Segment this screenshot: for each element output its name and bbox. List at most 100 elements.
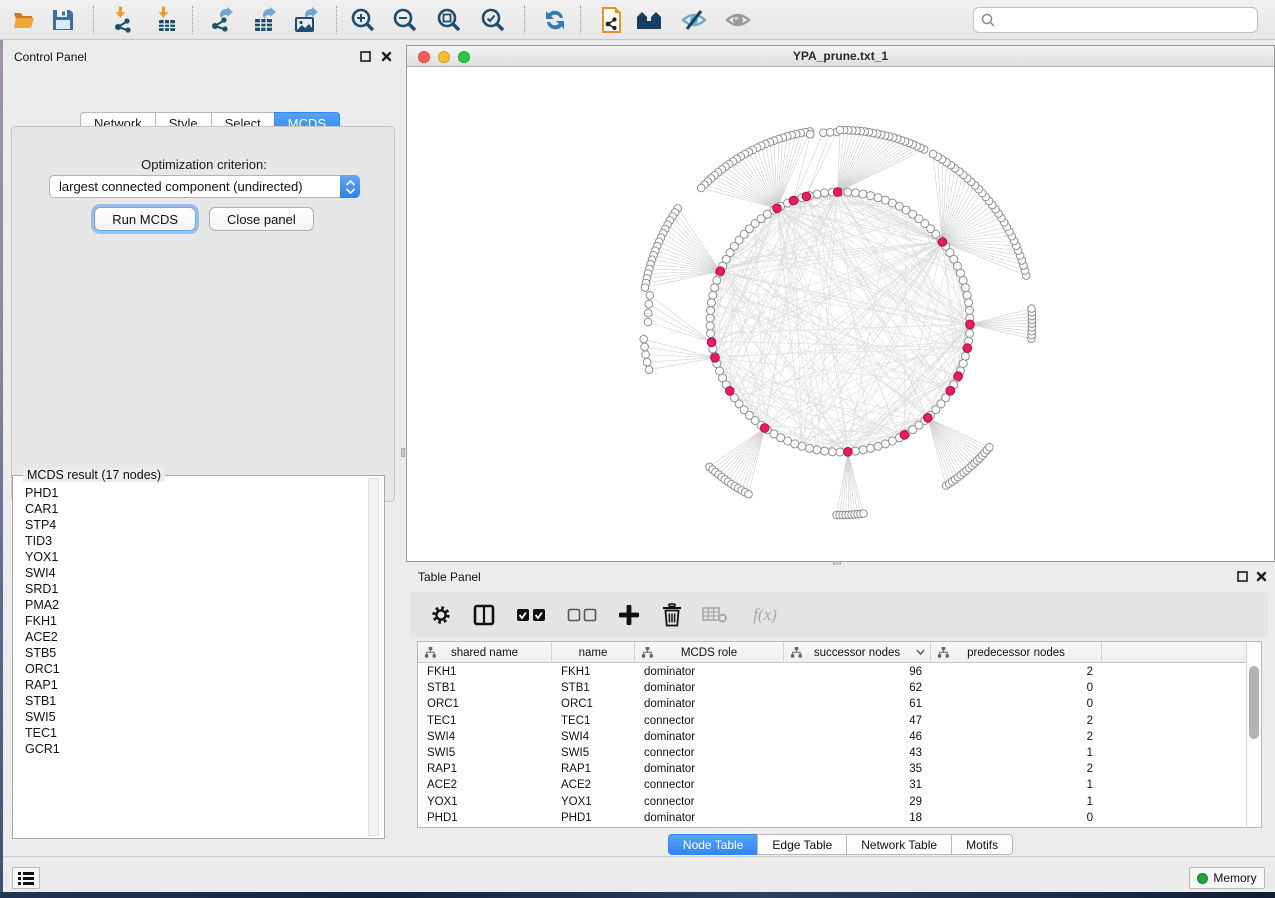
table-cell: 2 bbox=[931, 731, 1102, 743]
table-cell: FKH1 bbox=[552, 666, 635, 678]
search-box bbox=[973, 7, 1258, 33]
show-graphics-details-icon[interactable] bbox=[722, 4, 754, 36]
table-cell: STB1 bbox=[552, 682, 635, 694]
table-row[interactable]: TEC1TEC1connector472 bbox=[418, 713, 1247, 729]
column-header-successor-nodes[interactable]: successor nodes bbox=[784, 642, 931, 663]
import-table-icon[interactable] bbox=[150, 4, 182, 36]
add-column-icon[interactable] bbox=[616, 602, 642, 628]
table-cell: SWI5 bbox=[552, 747, 635, 759]
mcds-result-item[interactable]: GCR1 bbox=[25, 741, 355, 757]
table-cell: FKH1 bbox=[418, 666, 552, 678]
function-builder-icon[interactable]: f(x) bbox=[745, 602, 785, 628]
select-all-checkboxes-icon[interactable] bbox=[514, 602, 548, 628]
mcds-result-item[interactable]: SWI4 bbox=[25, 565, 355, 581]
divider-grip[interactable] bbox=[401, 448, 405, 457]
optimization-criterion-dropdown[interactable]: largest connected component (undirected) bbox=[49, 175, 360, 198]
table-cell: TEC1 bbox=[418, 715, 552, 727]
float-panel-icon[interactable] bbox=[358, 49, 372, 63]
mcds-result-item[interactable]: STB5 bbox=[25, 645, 355, 661]
float-table-panel-icon[interactable] bbox=[1235, 569, 1249, 583]
export-network-icon[interactable] bbox=[206, 4, 238, 36]
import-network-icon[interactable] bbox=[108, 4, 140, 36]
mcds-result-item[interactable]: PHD1 bbox=[25, 485, 355, 501]
mcds-result-item[interactable]: STP4 bbox=[25, 517, 355, 533]
table-cell: STB1 bbox=[418, 682, 552, 694]
delete-column-icon[interactable] bbox=[659, 602, 685, 628]
search-icon bbox=[980, 12, 996, 28]
save-session-icon[interactable] bbox=[47, 4, 79, 36]
column-header-MCDS-role[interactable]: MCDS role bbox=[635, 642, 784, 663]
hide-graphics-details-icon[interactable] bbox=[678, 4, 710, 36]
mcds-result-item[interactable]: TID3 bbox=[25, 533, 355, 549]
mcds-result-item[interactable]: FKH1 bbox=[25, 613, 355, 629]
zoom-in-icon[interactable] bbox=[347, 4, 379, 36]
table-cell: SWI4 bbox=[418, 731, 552, 743]
mcds-result-item[interactable]: TEC1 bbox=[25, 725, 355, 741]
open-folder-icon[interactable] bbox=[9, 4, 41, 36]
refresh-layout-icon[interactable] bbox=[539, 4, 571, 36]
table-row[interactable]: FKH1FKH1dominator962 bbox=[418, 664, 1247, 680]
run-mcds-button[interactable]: Run MCDS bbox=[94, 207, 196, 231]
mcds-result-item[interactable]: SRD1 bbox=[25, 581, 355, 597]
table-scrollbar[interactable] bbox=[1246, 642, 1261, 827]
column-header-name[interactable]: name bbox=[552, 642, 635, 663]
mcds-list-scrollbar[interactable] bbox=[368, 478, 379, 836]
table-toolbar: f(x) bbox=[410, 592, 1268, 638]
table-row[interactable]: STB1STB1dominator620 bbox=[418, 680, 1247, 696]
mcds-result-item[interactable]: CAR1 bbox=[25, 501, 355, 517]
table-cell: 0 bbox=[931, 682, 1102, 694]
settings-gear-icon[interactable] bbox=[428, 602, 454, 628]
deselect-all-checkboxes-icon[interactable] bbox=[565, 602, 599, 628]
table-row[interactable]: ORC1ORC1dominator610 bbox=[418, 696, 1247, 712]
network-graph[interactable] bbox=[407, 68, 1274, 561]
zoom-out-icon[interactable] bbox=[389, 4, 421, 36]
memory-button[interactable]: Memory bbox=[1189, 867, 1265, 889]
mcds-result-item[interactable]: YOX1 bbox=[25, 549, 355, 565]
table-scrollbar-thumb[interactable] bbox=[1249, 666, 1259, 739]
task-history-button[interactable] bbox=[12, 867, 40, 889]
table-row[interactable]: ACE2ACE2connector311 bbox=[418, 777, 1247, 793]
table-cell: 61 bbox=[784, 698, 931, 710]
mcds-result-item[interactable]: ACE2 bbox=[25, 629, 355, 645]
export-image-icon[interactable] bbox=[290, 4, 322, 36]
new-network-from-selection-icon[interactable] bbox=[596, 4, 628, 36]
column-header-predecessor-nodes[interactable]: predecessor nodes bbox=[931, 642, 1102, 663]
table-cell: 1 bbox=[931, 779, 1102, 791]
column-header-shared-name[interactable]: shared name bbox=[418, 642, 552, 663]
tab-node-table[interactable]: Node Table bbox=[668, 834, 758, 855]
table-tabs: Node TableEdge TableNetwork TableMotifs bbox=[406, 834, 1275, 855]
table-row[interactable]: RAP1RAP1dominator352 bbox=[418, 761, 1247, 777]
mcds-result-item[interactable]: PMA2 bbox=[25, 597, 355, 613]
mcds-result-item[interactable]: ORC1 bbox=[25, 661, 355, 677]
delete-table-icon[interactable] bbox=[702, 602, 728, 628]
close-panel-button[interactable]: Close panel bbox=[209, 207, 314, 231]
zoom-selected-icon[interactable] bbox=[477, 4, 509, 36]
tab-network-table[interactable]: Network Table bbox=[846, 834, 951, 855]
table-cell: 29 bbox=[784, 796, 931, 808]
dropdown-value: largest connected component (undirected) bbox=[50, 179, 340, 194]
network-overview-icon[interactable] bbox=[634, 4, 666, 36]
mcds-result-item[interactable]: STB1 bbox=[25, 693, 355, 709]
toolbar-separator bbox=[192, 6, 193, 34]
table-cell: 2 bbox=[931, 715, 1102, 727]
zoom-fit-icon[interactable] bbox=[433, 4, 465, 36]
desktop-background bbox=[0, 40, 3, 892]
network-canvas[interactable] bbox=[407, 68, 1274, 561]
close-table-panel-icon[interactable] bbox=[1254, 569, 1268, 583]
table-row[interactable]: SWI5SWI5connector431 bbox=[418, 745, 1247, 761]
tab-motifs[interactable]: Motifs bbox=[951, 834, 1013, 855]
mcds-result-item[interactable]: RAP1 bbox=[25, 677, 355, 693]
table-row[interactable]: YOX1YOX1connector291 bbox=[418, 794, 1247, 810]
export-table-icon[interactable] bbox=[248, 4, 280, 36]
column-visibility-icon[interactable] bbox=[471, 602, 497, 628]
network-view-window: YPA_prune.txt_1 bbox=[406, 45, 1275, 562]
table-row[interactable]: PHD1PHD1dominator180 bbox=[418, 810, 1247, 826]
table-cell: TEC1 bbox=[552, 715, 635, 727]
table-row[interactable]: SWI4SWI4dominator462 bbox=[418, 729, 1247, 745]
tab-edge-table[interactable]: Edge Table bbox=[757, 834, 846, 855]
close-panel-icon[interactable] bbox=[379, 49, 393, 63]
main-toolbar bbox=[0, 0, 1275, 40]
mcds-result-item[interactable]: SWI5 bbox=[25, 709, 355, 725]
network-window-titlebar: YPA_prune.txt_1 bbox=[407, 46, 1274, 67]
search-input[interactable] bbox=[996, 10, 1257, 30]
